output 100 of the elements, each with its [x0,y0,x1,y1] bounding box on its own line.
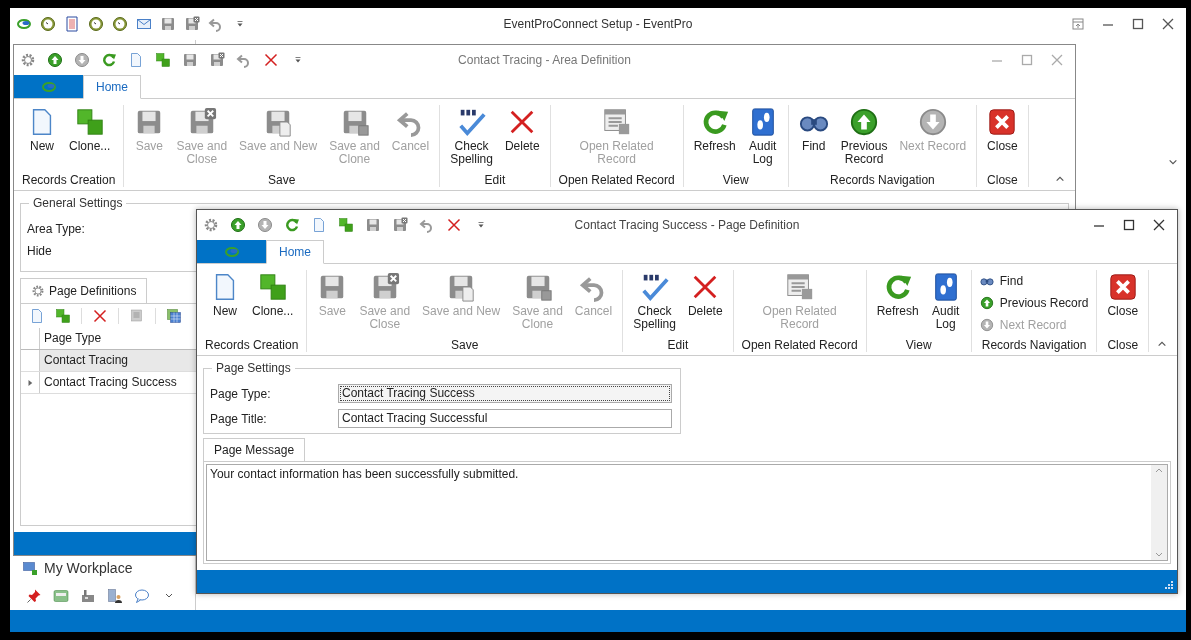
ribbon-button[interactable]: Refresh [687,105,742,153]
group-label: View [904,338,933,352]
record-window-icon [601,107,632,137]
group-label: Close [1106,338,1140,352]
ribbon-button[interactable]: Clone... [246,270,300,318]
field-label: Hide [27,244,52,258]
group-label: Records Navigation [980,338,1088,352]
ribbon-button[interactable]: Check Spelling [444,105,499,166]
settings-icon [31,284,45,298]
blank-page-icon[interactable] [311,217,327,233]
ribbon-button[interactable]: Delete [681,270,729,318]
panel-tab[interactable]: Page Definitions [20,278,148,303]
maximize-icon[interactable] [1123,219,1135,231]
ribbon-button[interactable]: Previous Record [975,292,1093,314]
restore-ribbon-icon[interactable] [1072,18,1084,30]
table-icon[interactable] [166,308,182,324]
panel-tab[interactable]: Page Message [203,438,306,461]
field-label: Page Title: [210,411,268,426]
up-arrow-circle-icon[interactable] [230,217,246,233]
blank-page-icon[interactable] [29,308,45,324]
record-window-icon [784,272,815,302]
settings-icon[interactable] [203,217,219,233]
pushpin-icon[interactable] [26,588,42,604]
group-label: Edit [483,173,507,187]
ribbon-button[interactable]: Previous Record [834,105,894,166]
ribbon-button[interactable]: Close [981,105,1024,153]
card-icon[interactable] [53,588,69,604]
swoosh-logo-icon[interactable] [16,16,32,32]
document-icon[interactable] [64,16,80,32]
close-icon[interactable] [1153,219,1165,231]
monitor-icon [22,560,38,576]
refresh-icon[interactable] [284,217,300,233]
up-arrow-circle-icon[interactable] [47,52,63,68]
ribbon-button[interactable]: Check Spelling [627,270,682,331]
undo-icon[interactable] [208,16,224,32]
ribbon-button[interactable]: Audit Log [924,270,967,331]
ribbon-button[interactable]: Close [1101,270,1145,318]
window-title: Contact Tracing Success - Page Definition [574,218,800,232]
ribbon-button[interactable]: New [21,105,63,153]
up-arrow-circle-icon [849,107,880,137]
dropdown-caret-icon[interactable] [1168,157,1178,167]
group-label: View [721,173,750,187]
ribbon-button[interactable]: Find [975,270,1028,292]
collapse-ribbon-icon[interactable] [1157,339,1167,349]
settings-icon[interactable] [20,52,36,68]
group-label: Open Related Record [740,338,859,352]
input-field[interactable]: Contact Tracing Success [338,384,672,403]
cubes-icon [257,272,288,302]
delete-icon[interactable] [92,308,108,324]
floppy-disk-close-icon[interactable] [184,16,200,32]
window-title: Contact Tracing - Area Definition [458,53,631,67]
text-area[interactable]: Your contact information has been successfully submitted. [206,464,1168,561]
envelope-icon[interactable] [136,16,152,32]
cubes-icon[interactable] [338,217,354,233]
resize-grip-icon[interactable] [1164,580,1174,590]
close-icon[interactable] [1162,18,1174,30]
clock-icon[interactable] [112,16,128,32]
ribbon-tab[interactable]: Home [83,75,141,99]
down-arrow-circle-icon[interactable] [257,217,273,233]
group-label: Records Navigation [829,173,936,187]
ribbon-tab[interactable]: Home [266,240,324,264]
floppy-disk-close-icon[interactable] [392,217,408,233]
delete-icon[interactable] [446,217,462,233]
cubes-icon [74,107,105,137]
ribbon-button[interactable]: Refresh [870,270,925,318]
building-person-icon[interactable] [107,588,123,604]
group-box-title: Page Settings [212,361,295,375]
speech-bubble-icon[interactable] [134,588,150,604]
close-icon [987,107,1018,137]
cubes-icon[interactable] [155,52,171,68]
factory-icon[interactable] [80,588,96,604]
undo-icon[interactable] [236,52,252,68]
nav-section-label[interactable]: My Workplace [44,560,133,576]
down-arrow-circle-icon [979,318,994,332]
clock-icon[interactable] [88,16,104,32]
input-field[interactable]: Contact Tracing Successful [338,409,672,428]
undo-icon[interactable] [419,217,435,233]
refresh-icon[interactable] [101,52,117,68]
group-label: Records Creation [204,338,300,352]
group-box-title: General Settings [29,196,127,210]
floppy-disk-close-icon[interactable] [209,52,225,68]
collapse-ribbon-icon[interactable] [1055,174,1065,184]
ribbon-button[interactable]: Audit Log [741,105,784,166]
maximize-icon[interactable] [1132,18,1144,30]
ribbon-button[interactable]: Clone... [63,105,117,153]
group-label: Save [450,338,480,352]
blank-page-icon[interactable] [128,52,144,68]
window-title: EventProConnect Setup - EventPro [503,17,693,31]
ribbon-button[interactable]: Find [792,105,835,153]
delete-icon[interactable] [263,52,279,68]
group-label: Open Related Record [557,173,676,187]
ribbon-button[interactable]: New [204,270,246,318]
scrollbar[interactable] [1151,465,1167,560]
cubes-icon[interactable] [55,308,71,324]
down-arrow-circle-icon[interactable] [74,52,90,68]
document-lines-icon[interactable] [129,308,145,324]
group-label: Save [267,173,297,187]
ribbon-button[interactable]: Delete [498,105,546,153]
group-label: Edit [666,338,690,352]
clock-icon[interactable] [40,16,56,32]
